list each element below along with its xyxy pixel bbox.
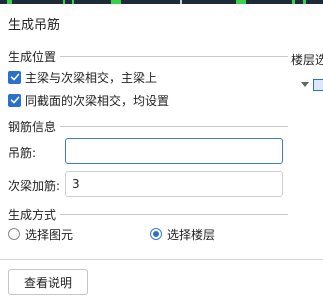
- dialog-title: 生成吊筋: [8, 18, 61, 33]
- radio-button[interactable]: [8, 228, 20, 240]
- rebar-section-title: 钢筋信息: [8, 120, 57, 134]
- hanger-bar-input[interactable]: [65, 138, 283, 164]
- position-section-divider: [60, 56, 288, 57]
- hanger-bar-label: 吊筋:: [8, 146, 37, 160]
- footer-divider: [0, 259, 323, 260]
- option-main-beam-label: 主梁与次梁相交，主梁上: [25, 70, 158, 85]
- radio-select-element[interactable]: 选择图元: [8, 225, 73, 243]
- secondary-beam-rebar-label: 次梁加筋:: [8, 179, 61, 193]
- option-main-beam-checkbox[interactable]: 主梁与次梁相交，主梁上: [8, 68, 157, 86]
- radio-button-selected[interactable]: [150, 228, 162, 240]
- secondary-beam-rebar-input[interactable]: 3: [65, 171, 283, 197]
- check-icon: [10, 96, 19, 104]
- position-section-title: 生成位置: [8, 50, 57, 64]
- floor-tree-icon: [313, 79, 323, 91]
- checkbox-checked[interactable]: [8, 70, 21, 84]
- floor-select-panel-title: 楼层选: [291, 53, 323, 67]
- radio-select-floor-label: 选择楼层: [167, 227, 216, 242]
- radio-select-element-label: 选择图元: [25, 227, 74, 242]
- method-section-divider: [60, 214, 288, 215]
- option-same-section-label: 同截面的次梁相交，均设置: [25, 93, 170, 108]
- radio-select-floor[interactable]: 选择楼层: [150, 225, 215, 243]
- tree-expand-arrow-icon[interactable]: [301, 82, 309, 87]
- rebar-section-divider: [60, 126, 288, 127]
- method-section-title: 生成方式: [8, 208, 57, 222]
- option-same-section-checkbox[interactable]: 同截面的次梁相交，均设置: [8, 91, 169, 109]
- generate-hanger-bar-dialog: 生成吊筋 生成位置 主梁与次梁相交，主梁上 同截面的次梁相交，均设置 钢筋信息 …: [0, 4, 323, 306]
- checkbox-checked[interactable]: [8, 93, 21, 107]
- view-help-button[interactable]: 查看说明: [8, 269, 88, 295]
- check-icon: [10, 73, 19, 81]
